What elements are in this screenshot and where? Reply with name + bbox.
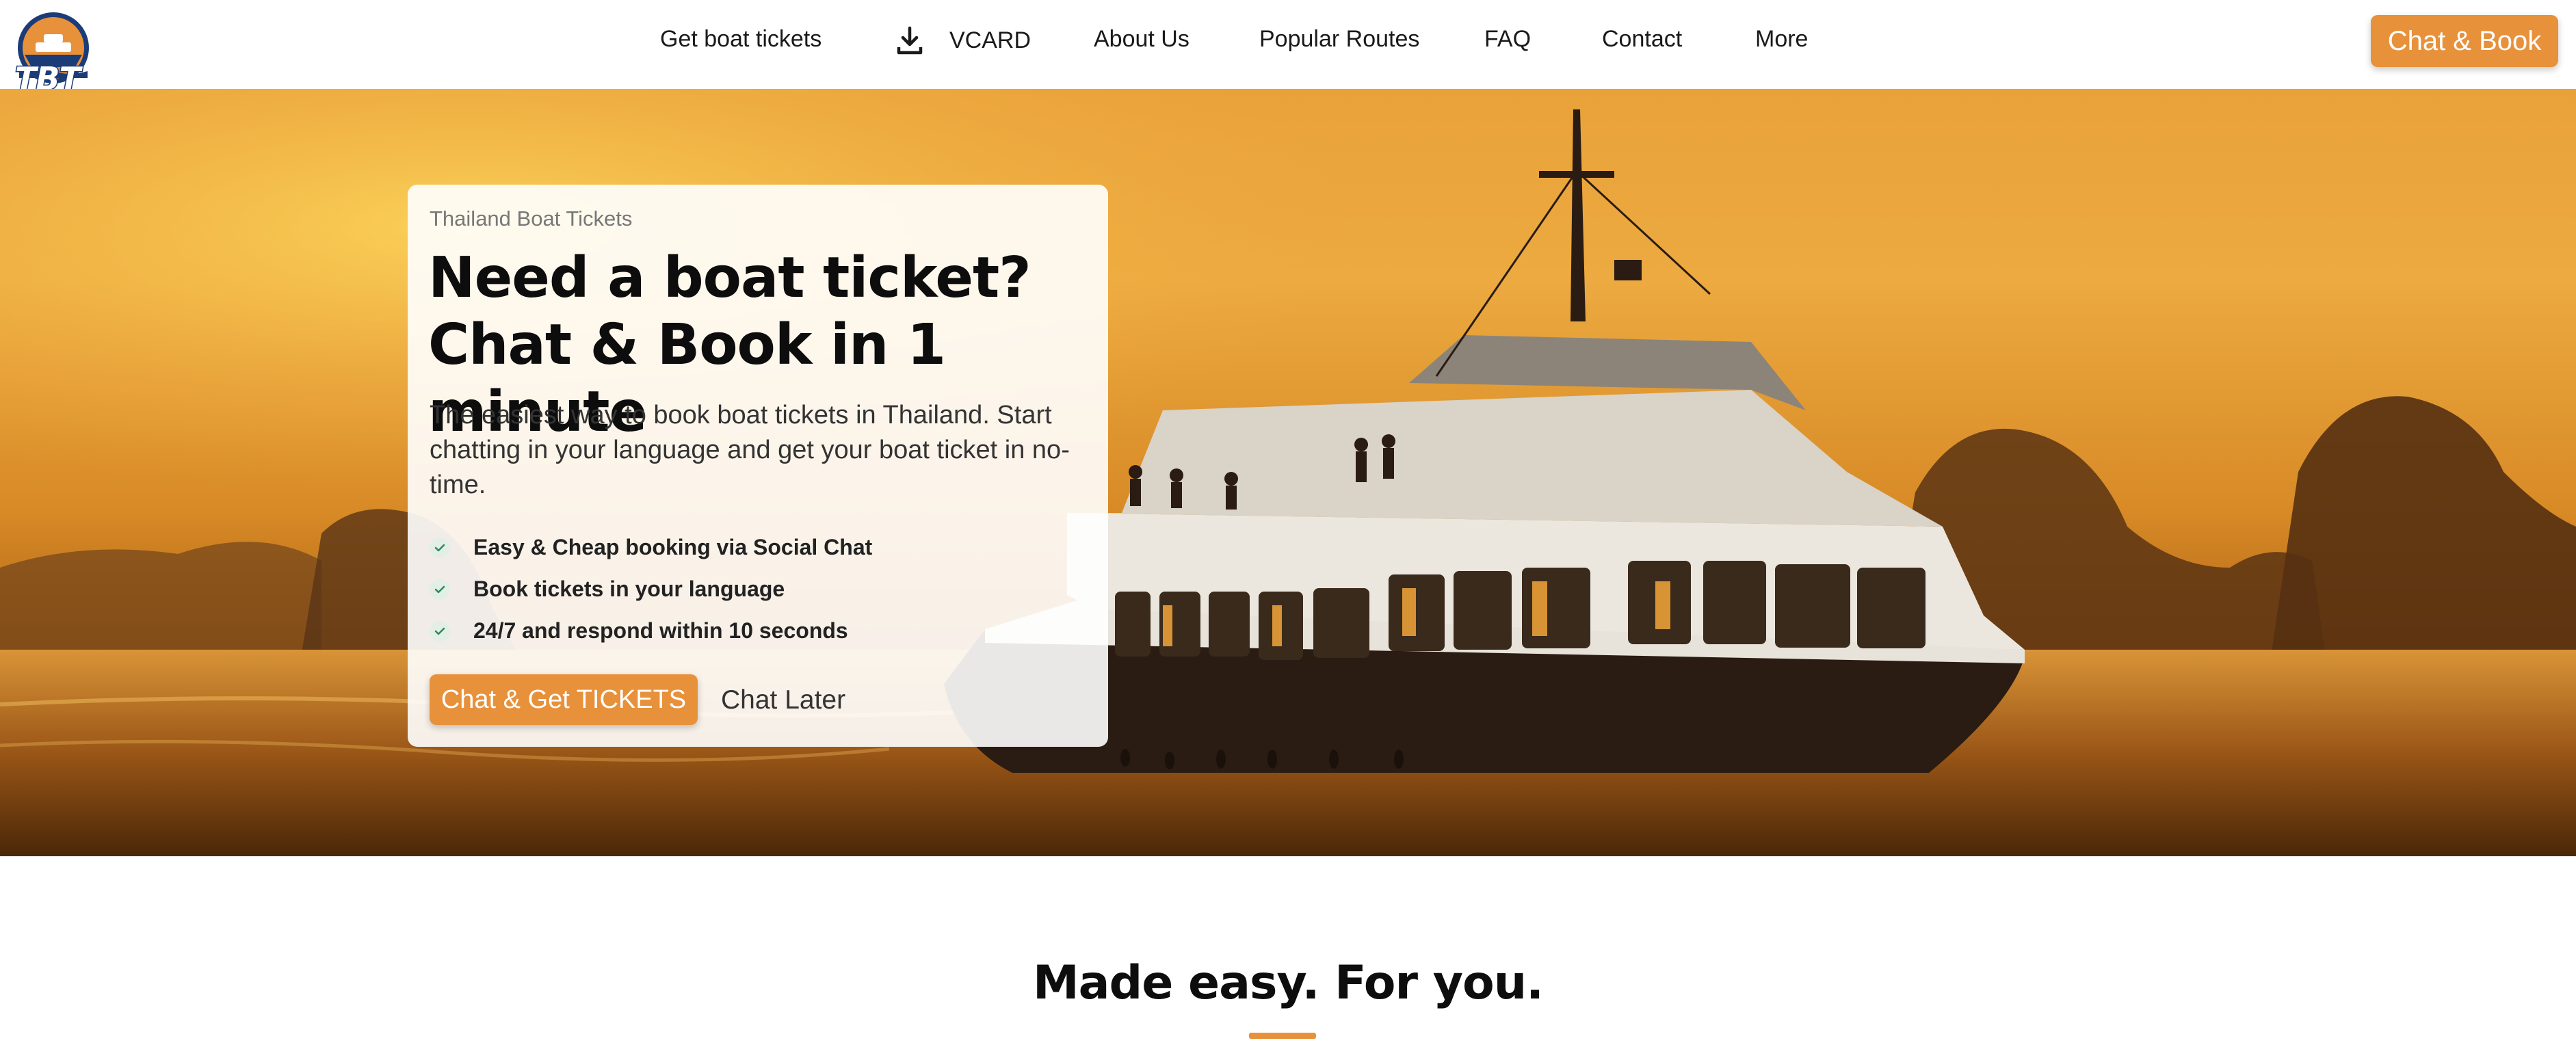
sunset-boat-image bbox=[0, 89, 2576, 856]
feature-text: Book tickets in your language bbox=[473, 577, 785, 601]
hero-title-line1: Need a boat ticket? bbox=[428, 246, 1031, 310]
download-icon bbox=[897, 26, 923, 55]
nav-about-us[interactable]: About Us bbox=[1094, 26, 1190, 53]
main-nav: Get boat tickets VCARD About Us Popular … bbox=[0, 0, 2576, 82]
hero-description: The easiest way to book boat tickets in … bbox=[430, 401, 1070, 499]
top-navbar: TBT Get boat tickets VCARD About Us Popu… bbox=[0, 0, 2576, 98]
check-icon bbox=[430, 579, 450, 600]
nav-more[interactable]: More bbox=[1755, 26, 1808, 53]
feature-item: 24/7 and respond within 10 seconds bbox=[430, 610, 872, 652]
chat-later-link[interactable]: Chat Later bbox=[721, 685, 845, 715]
section-title-underline bbox=[1249, 1033, 1316, 1039]
feature-text: 24/7 and respond within 10 seconds bbox=[473, 618, 848, 643]
feature-list: Easy & Cheap booking via Social Chat Boo… bbox=[430, 527, 872, 652]
feature-item: Book tickets in your language bbox=[430, 568, 872, 610]
nav-faq[interactable]: FAQ bbox=[1484, 26, 1531, 53]
hero-section: Thailand Boat Tickets Need a boat ticket… bbox=[0, 89, 2576, 856]
nav-get-boat-tickets[interactable]: Get boat tickets bbox=[660, 26, 822, 53]
feature-item: Easy & Cheap booking via Social Chat bbox=[430, 527, 872, 568]
nav-vcard[interactable]: VCARD bbox=[893, 23, 1031, 57]
hero-eyebrow: Thailand Boat Tickets bbox=[430, 207, 633, 230]
section-title: Made easy. For you. bbox=[1033, 956, 1544, 1010]
nav-vcard-label: VCARD bbox=[949, 27, 1031, 53]
check-icon bbox=[430, 620, 450, 641]
nav-contact[interactable]: Contact bbox=[1602, 26, 1682, 53]
hero-card: Thailand Boat Tickets Need a boat ticket… bbox=[408, 185, 1108, 747]
chat-get-tickets-button[interactable]: Chat & Get TICKETS bbox=[430, 674, 698, 725]
chat-and-book-button[interactable]: Chat & Book bbox=[2371, 15, 2558, 67]
feature-text: Easy & Cheap booking via Social Chat bbox=[473, 535, 873, 559]
check-icon bbox=[430, 537, 450, 558]
nav-popular-routes[interactable]: Popular Routes bbox=[1259, 26, 1419, 53]
